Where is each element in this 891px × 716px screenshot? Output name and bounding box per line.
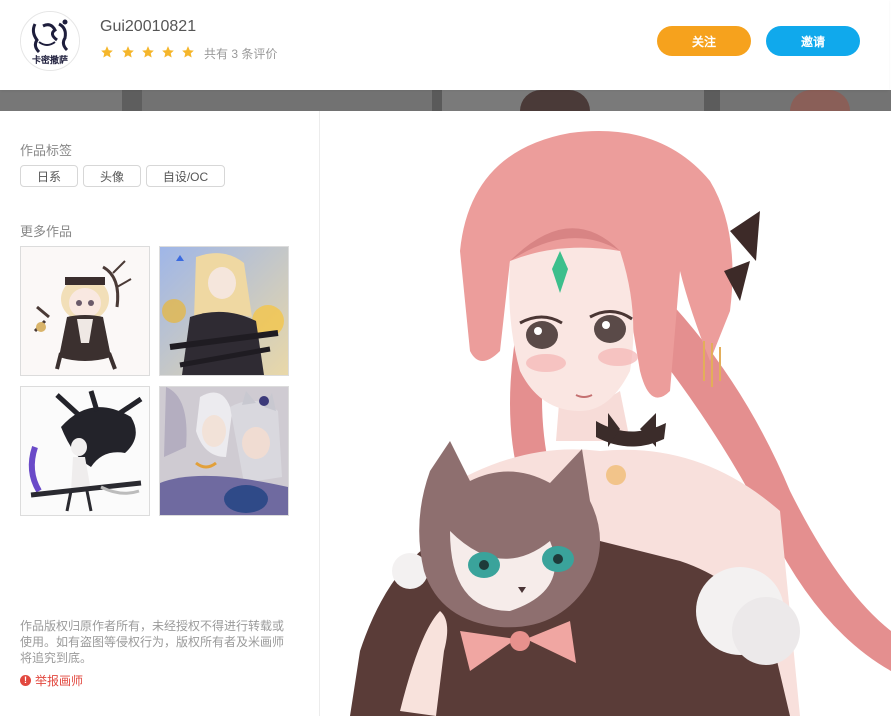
artist-username[interactable]: Gui20010821	[100, 18, 196, 36]
artist-avatar[interactable]: 卡密撒萨	[20, 11, 80, 71]
tags-title: 作品标签	[20, 143, 73, 158]
work-thumbnail-2[interactable]	[159, 246, 289, 376]
invite-button[interactable]: 邀请	[766, 26, 860, 56]
work-thumbnail-1[interactable]	[20, 246, 150, 376]
warning-icon: !	[20, 675, 31, 686]
work-thumbnail-3[interactable]	[20, 386, 150, 516]
artist-header: 卡密撒萨 Gui20010821 共有 3 条评价 关注 邀请	[0, 0, 889, 90]
follow-button[interactable]: 关注	[657, 26, 751, 56]
star-icon	[182, 46, 194, 58]
copyright-notice: 作品版权归原作者所有，未经授权不得进行转载或使用。如有盗图等侵权行为，版权所有者…	[20, 619, 285, 665]
review-count[interactable]: 共有 3 条评价	[204, 45, 277, 62]
star-icon	[142, 46, 154, 58]
more-works-title: 更多作品	[20, 224, 73, 239]
avatar-logo-text: 卡密撒萨	[32, 54, 68, 66]
star-icon	[101, 46, 113, 58]
tag-item[interactable]: 头像	[83, 165, 141, 187]
report-label: 举报画师	[35, 674, 84, 688]
main-artwork[interactable]	[320, 111, 891, 716]
star-icon	[122, 46, 134, 58]
report-artist-link[interactable]: ! 举报画师	[20, 672, 83, 689]
tag-item[interactable]: 日系	[20, 165, 78, 187]
work-thumbnail-4[interactable]	[159, 386, 289, 516]
sidebar: 作品标签 日系 头像 自设/OC 更多作品 作品版权归原作者所有，未经授权不得进…	[0, 111, 320, 716]
tag-item[interactable]: 自设/OC	[146, 165, 225, 187]
background-gallery-strip	[0, 90, 891, 111]
star-icon	[162, 46, 174, 58]
